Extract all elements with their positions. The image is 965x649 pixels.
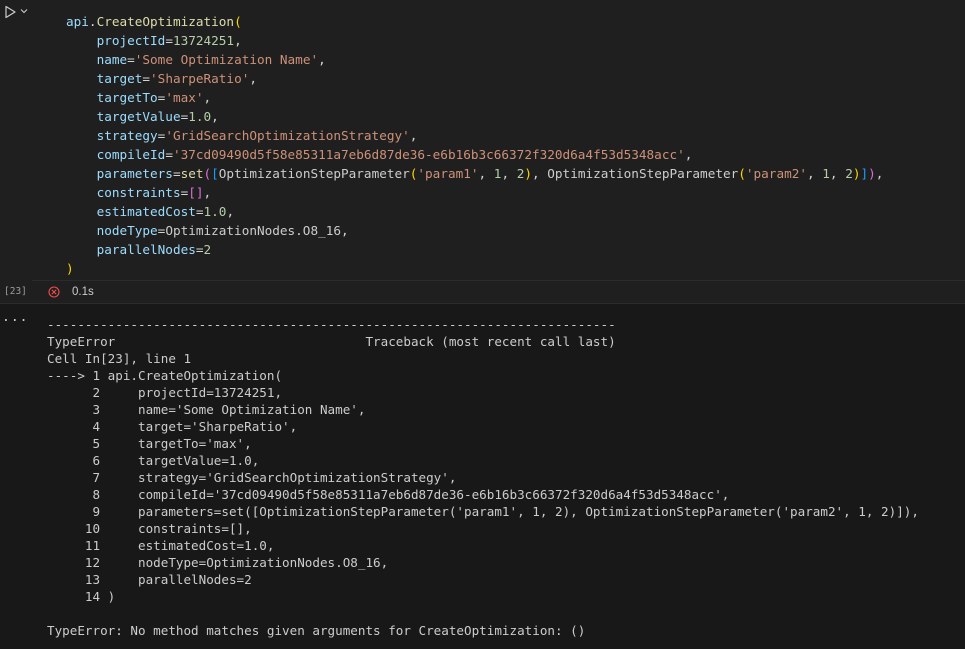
traceback-line: ----> 1 api.CreateOptimization( [47, 368, 283, 383]
traceback-line: 9 parameters=set([OptimizationStepParame… [47, 504, 919, 519]
code-line: targetValue=1.0, [96, 109, 219, 124]
traceback-line: 5 targetTo='max', [47, 436, 252, 451]
traceback-line: 13 parallelNodes=2 [47, 572, 252, 587]
traceback-output[interactable]: ----------------------------------------… [47, 316, 919, 639]
error-circle-icon [48, 286, 60, 298]
traceback-line: 4 target='SharpeRatio', [47, 419, 298, 434]
code-line: name='Some Optimization Name', [96, 52, 326, 67]
cell-status: 0.1s [48, 283, 94, 301]
run-controls[interactable] [0, 0, 32, 24]
code-line: targetTo='max', [96, 90, 212, 105]
code-line: constraints=[], [96, 185, 212, 200]
traceback-line [47, 605, 919, 622]
code-cell[interactable]: api.CreateOptimization( projectId=137242… [0, 0, 965, 303]
error-message: TypeError: No method matches given argum… [47, 623, 586, 638]
traceback-line: 6 targetValue=1.0, [47, 453, 260, 468]
traceback-line: 11 estimatedCost=1.0, [47, 538, 275, 553]
code-line: parallelNodes=2 [96, 242, 212, 257]
traceback-line: 2 projectId=13724251, [47, 385, 283, 400]
code-line: estimatedCost=1.0, [96, 204, 235, 219]
chevron-down-icon[interactable] [19, 6, 29, 16]
execution-duration: 0.1s [72, 286, 94, 298]
traceback-line: ----------------------------------------… [47, 317, 616, 332]
traceback-line: 3 name='Some Optimization Name', [47, 402, 366, 417]
cell-output[interactable]: ... ------------------------------------… [0, 304, 965, 649]
traceback-line: 14 ) [47, 589, 116, 604]
code-line: target='SharpeRatio', [96, 71, 257, 86]
code-line: nodeType=OptimizationNodes.O8_16, [96, 223, 349, 238]
code-line: strategy='GridSearchOptimizationStrategy… [96, 128, 418, 143]
run-cell-icon[interactable] [3, 5, 17, 19]
code-line: compileId='37cd09490d5f58e85311a7eb6d87d… [96, 147, 693, 162]
code-line: projectId=13724251, [96, 33, 242, 48]
traceback-line: 12 nodeType=OptimizationNodes.O8_16, [47, 555, 389, 570]
traceback-line: 7 strategy='GridSearchOptimizationStrate… [47, 470, 457, 485]
code-line: api.CreateOptimization( [66, 14, 242, 29]
traceback-line: TypeError Traceback (most recent call la… [47, 334, 616, 349]
traceback-line: 10 constraints=[], [47, 521, 252, 536]
traceback-line: Cell In[23], line 1 [47, 351, 192, 366]
output-more-actions-button[interactable]: ... [2, 310, 28, 325]
execution-count: [23] [4, 286, 27, 297]
code-line: parameters=set([OptimizationStepParamete… [96, 166, 884, 181]
code-text[interactable]: api.CreateOptimization( projectId=137242… [66, 12, 883, 278]
code-line: ) [66, 261, 74, 276]
code-editor[interactable]: api.CreateOptimization( projectId=137242… [32, 0, 965, 281]
traceback-line: 8 compileId='37cd09490d5f58e85311a7eb6d8… [47, 487, 730, 502]
